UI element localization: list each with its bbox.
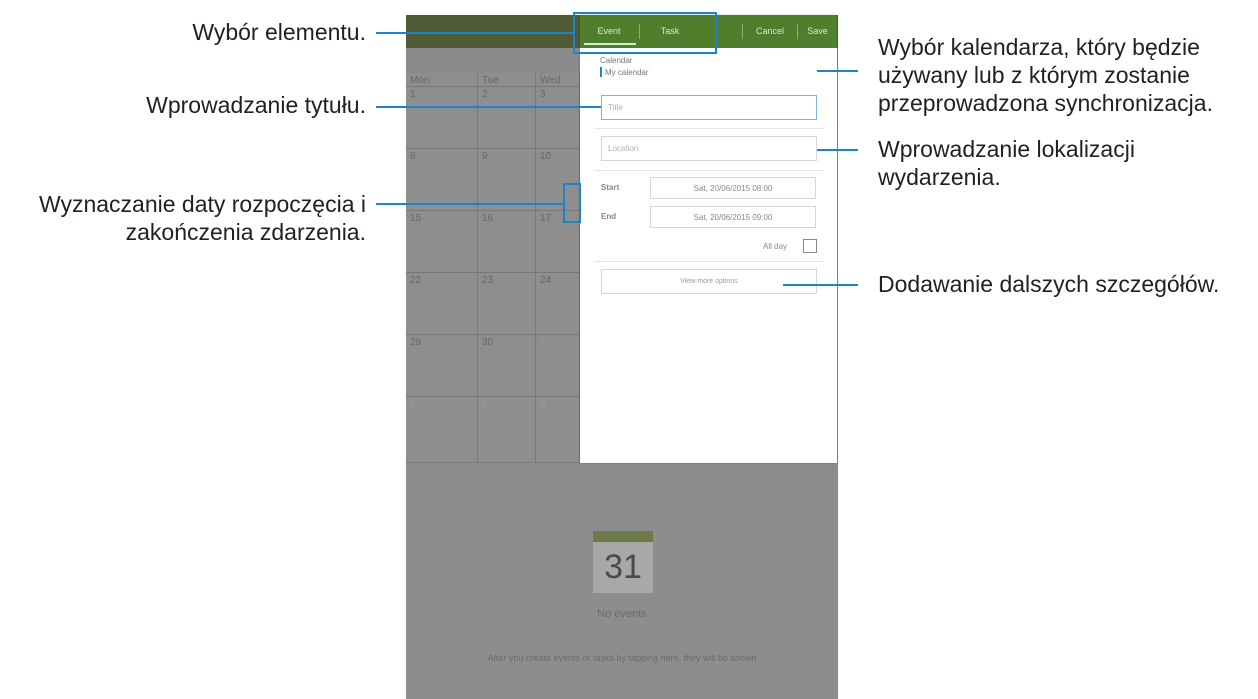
calendar-selector[interactable]: My calendar [605,68,649,77]
callout-location-line1: Wprowadzanie lokalizacji [878,136,1135,162]
location-input[interactable]: Location [601,136,817,161]
weekday-header: Tue [478,73,536,87]
day-cell[interactable]: 7 [478,397,536,463]
all-day-checkbox[interactable] [803,239,817,253]
no-events-text: No events [597,608,647,620]
callout-calendar-line1: Wybór kalendarza, który będzie [878,34,1200,60]
callout-location-line2: wydarzenia. [878,164,1001,190]
day-cell[interactable]: 3 [536,87,580,149]
weekday-header: Wed [536,73,580,87]
calendar-icon: 31 [593,531,653,593]
dates-highlight-box [563,183,581,223]
day-cell[interactable]: 24 [536,273,580,335]
day-cell[interactable]: 1 [406,87,478,149]
day-cell[interactable]: 1 [536,335,580,397]
save-button[interactable]: Save [798,15,837,48]
leader-line [783,284,858,286]
title-input[interactable]: Title [601,95,817,120]
day-cell[interactable]: 6 [406,397,478,463]
all-day-label: All day [763,242,788,251]
callout-dates-line1: Wyznaczanie daty rozpoczęcia i [38,191,366,217]
callout-item-select: Wybór elementu. [192,19,366,45]
day-cell[interactable]: 22 [406,273,478,335]
leader-line [376,32,574,34]
calendar-icon-day: 31 [604,548,642,586]
day-cell[interactable]: 30 [478,335,536,397]
cancel-button[interactable]: Cancel [743,15,797,48]
callout-title-input: Wprowadzanie tytułu. [146,92,366,118]
day-cell[interactable]: 15 [406,211,478,273]
day-cell[interactable]: 8 [406,149,478,211]
events-panel: 31 No events After you create events or … [406,463,838,699]
callout-calendar-line3: przeprowadzona synchronizacja. [878,90,1213,116]
callout-calendar-line2: używany lub z którym zostanie [878,62,1190,88]
day-cell[interactable]: 23 [478,273,536,335]
leader-line [376,203,564,205]
end-date-field[interactable]: Sat, 20/06/2015 09:00 [650,206,816,228]
day-cell[interactable]: 9 [478,149,536,211]
callout-more-details: Dodawanie dalszych szczegółów. [878,271,1220,297]
start-label: Start [601,183,620,192]
divider [594,261,824,262]
leader-line [817,70,858,72]
calendar-color-marker [600,67,602,77]
weekday-header: Mon [406,73,478,87]
empty-hint-text: After you create events or tasks by tapp… [487,653,757,663]
callout-dates-line2: zakończenia zdarzenia. [125,219,366,245]
leader-line [376,106,601,108]
view-more-options-button[interactable]: View more options [601,269,817,294]
end-label: End [601,212,617,221]
divider [594,170,824,171]
day-cell[interactable]: 8 [536,397,580,463]
day-cell[interactable]: 16 [478,211,536,273]
day-cell[interactable]: 29 [406,335,478,397]
divider [594,128,824,129]
day-cell[interactable]: 2 [478,87,536,149]
create-event-dialog: Event Task Cancel Save Calendar My calen… [580,15,837,463]
tabs-highlight-box [573,12,717,54]
start-date-field[interactable]: Sat, 20/06/2015 08:00 [650,177,816,199]
calendar-label: Calendar [600,56,633,65]
leader-line [817,149,858,151]
